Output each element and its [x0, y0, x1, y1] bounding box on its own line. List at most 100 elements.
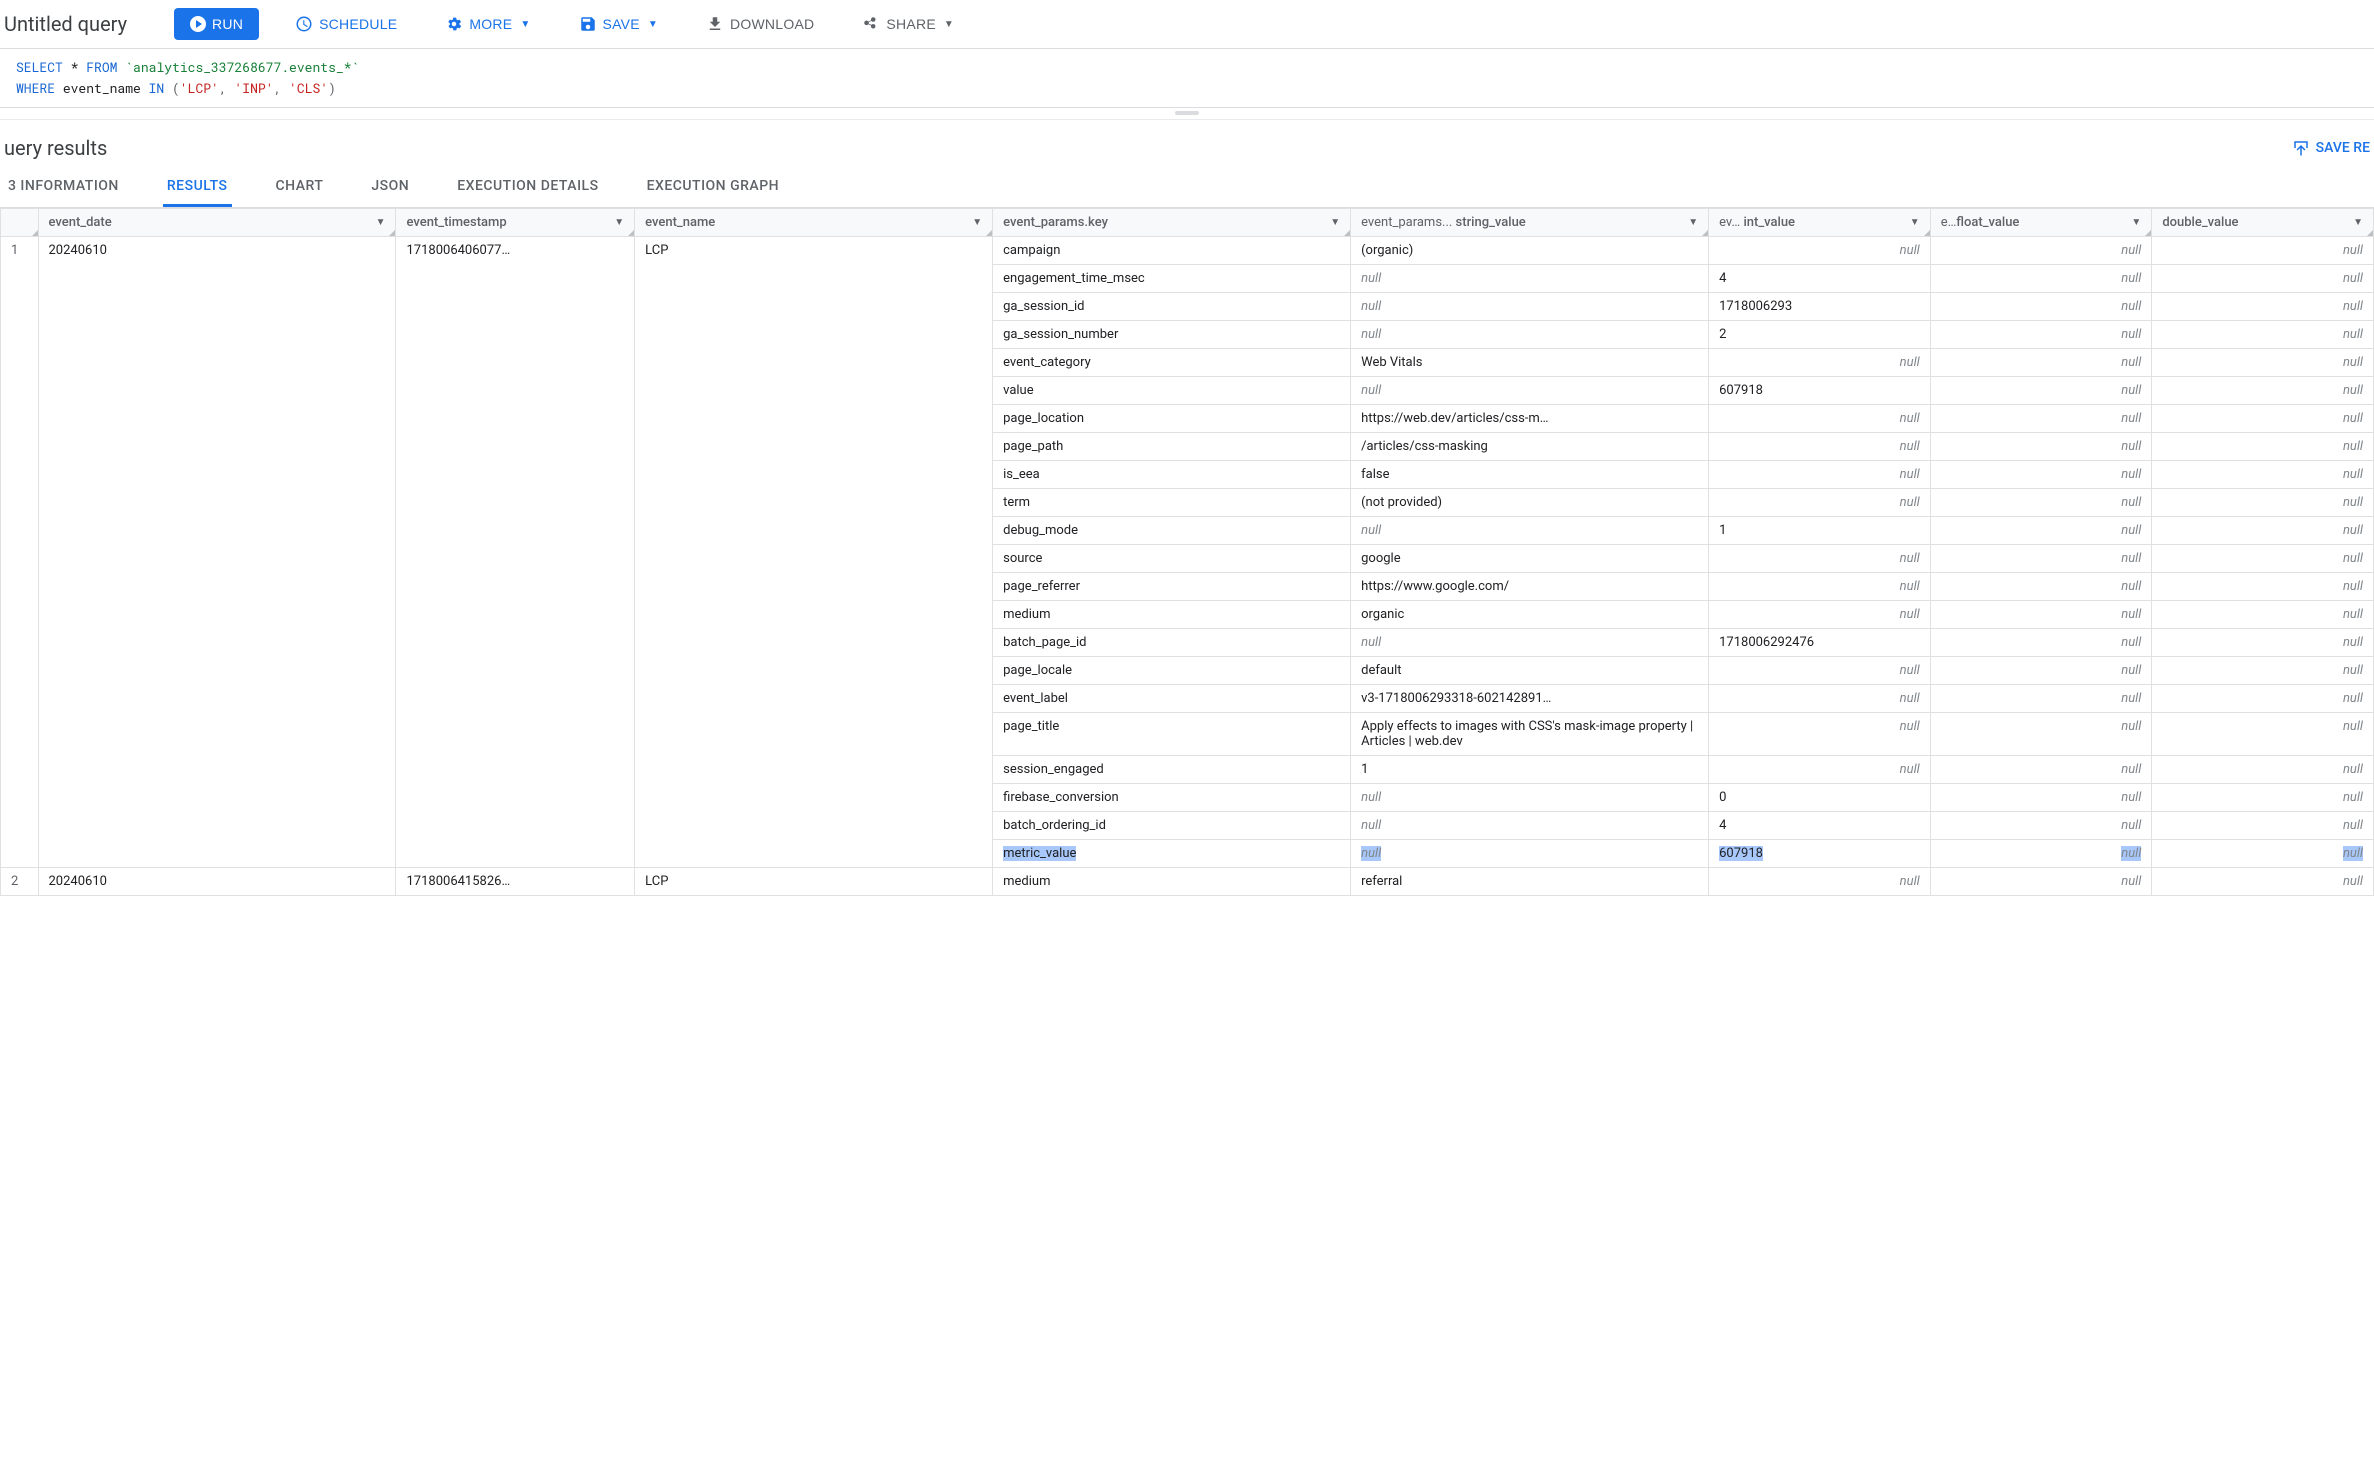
table-cell[interactable]: 607918: [1709, 839, 1931, 867]
table-cell[interactable]: page_locale: [993, 656, 1351, 684]
table-cell[interactable]: event_label: [993, 684, 1351, 712]
table-cell[interactable]: debug_mode: [993, 516, 1351, 544]
table-cell[interactable]: ga_session_id: [993, 292, 1351, 320]
col-int-value[interactable]: ev… int_value▼: [1709, 208, 1931, 236]
table-cell[interactable]: 0: [1709, 783, 1931, 811]
table-cell[interactable]: null: [1709, 684, 1931, 712]
table-cell[interactable]: source: [993, 544, 1351, 572]
table-cell[interactable]: null: [1709, 236, 1931, 264]
table-cell[interactable]: null: [1930, 404, 2152, 432]
table-cell[interactable]: medium: [993, 867, 1351, 895]
table-cell[interactable]: null: [1930, 544, 2152, 572]
col-double-value[interactable]: double_value▼: [2152, 208, 2374, 236]
table-cell[interactable]: google: [1351, 544, 1709, 572]
table-cell[interactable]: https://web.dev/articles/css-m…: [1351, 404, 1709, 432]
table-cell[interactable]: 1718006415826…: [396, 867, 635, 895]
table-cell[interactable]: null: [2152, 376, 2374, 404]
table-cell[interactable]: null: [1930, 572, 2152, 600]
table-cell[interactable]: page_title: [993, 712, 1351, 755]
table-cell[interactable]: null: [1709, 867, 1931, 895]
table-cell[interactable]: ga_session_number: [993, 320, 1351, 348]
col-event-name[interactable]: event_name▼: [635, 208, 993, 236]
table-cell[interactable]: event_category: [993, 348, 1351, 376]
table-cell[interactable]: null: [1930, 432, 2152, 460]
table-cell[interactable]: null: [2152, 811, 2374, 839]
table-cell[interactable]: null: [2152, 516, 2374, 544]
table-cell[interactable]: null: [1351, 628, 1709, 656]
table-cell[interactable]: null: [1930, 867, 2152, 895]
drag-handle[interactable]: [0, 108, 2374, 120]
table-cell[interactable]: null: [1930, 628, 2152, 656]
table-cell[interactable]: null: [1709, 600, 1931, 628]
table-cell[interactable]: https://www.google.com/: [1351, 572, 1709, 600]
table-cell[interactable]: null: [1351, 516, 1709, 544]
more-button[interactable]: MORE ▼: [433, 9, 542, 39]
table-cell[interactable]: 2: [1709, 320, 1931, 348]
table-cell[interactable]: 607918: [1709, 376, 1931, 404]
table-cell[interactable]: null: [1930, 600, 2152, 628]
table-cell[interactable]: null: [2152, 867, 2374, 895]
table-cell[interactable]: LCP: [635, 867, 993, 895]
table-cell[interactable]: null: [1930, 684, 2152, 712]
tab-job-information[interactable]: 3 INFORMATION: [4, 168, 123, 207]
table-cell[interactable]: null: [1930, 460, 2152, 488]
table-cell[interactable]: 4: [1709, 264, 1931, 292]
tab-execution-details[interactable]: EXECUTION DETAILS: [453, 168, 602, 207]
tab-execution-graph[interactable]: EXECUTION GRAPH: [643, 168, 784, 207]
table-cell[interactable]: null: [2152, 712, 2374, 755]
table-cell[interactable]: null: [2152, 755, 2374, 783]
table-cell[interactable]: null: [1930, 755, 2152, 783]
table-cell[interactable]: null: [2152, 572, 2374, 600]
table-cell[interactable]: null: [2152, 783, 2374, 811]
table-cell[interactable]: null: [1351, 292, 1709, 320]
table-cell[interactable]: null: [1930, 656, 2152, 684]
table-cell[interactable]: null: [2152, 348, 2374, 376]
save-button[interactable]: SAVE ▼: [567, 9, 670, 39]
table-cell[interactable]: session_engaged: [993, 755, 1351, 783]
table-cell[interactable]: null: [2152, 839, 2374, 867]
col-float-value[interactable]: e…float_value▼: [1930, 208, 2152, 236]
table-cell[interactable]: false: [1351, 460, 1709, 488]
table-cell[interactable]: 1718006292476: [1709, 628, 1931, 656]
col-params-key[interactable]: event_params.key▼: [993, 208, 1351, 236]
table-cell[interactable]: LCP: [635, 236, 993, 867]
col-event-timestamp[interactable]: event_timestamp▼: [396, 208, 635, 236]
table-cell[interactable]: null: [1709, 544, 1931, 572]
table-cell[interactable]: engagement_time_msec: [993, 264, 1351, 292]
table-cell[interactable]: null: [2152, 432, 2374, 460]
table-cell[interactable]: null: [2152, 264, 2374, 292]
table-cell[interactable]: null: [1930, 320, 2152, 348]
sql-editor[interactable]: SELECT * FROM `analytics_337268677.event…: [0, 49, 2374, 108]
table-cell[interactable]: Web Vitals: [1351, 348, 1709, 376]
table-cell[interactable]: null: [1351, 783, 1709, 811]
table-cell[interactable]: Apply effects to images with CSS's mask-…: [1351, 712, 1709, 755]
table-cell[interactable]: null: [1930, 839, 2152, 867]
table-cell[interactable]: page_location: [993, 404, 1351, 432]
table-cell[interactable]: v3-1718006293318-602142891…: [1351, 684, 1709, 712]
table-cell[interactable]: null: [1351, 264, 1709, 292]
tab-chart[interactable]: CHART: [272, 168, 328, 207]
table-cell[interactable]: null: [1351, 320, 1709, 348]
table-cell[interactable]: (not provided): [1351, 488, 1709, 516]
table-cell[interactable]: 1: [1351, 755, 1709, 783]
table-cell[interactable]: null: [1930, 236, 2152, 264]
table-cell[interactable]: null: [2152, 292, 2374, 320]
table-cell[interactable]: 1718006293: [1709, 292, 1931, 320]
table-cell[interactable]: 20240610: [38, 236, 396, 867]
table-cell[interactable]: null: [1709, 348, 1931, 376]
table-cell[interactable]: null: [1709, 755, 1931, 783]
table-cell[interactable]: null: [2152, 488, 2374, 516]
col-rownum[interactable]: [1, 208, 39, 236]
table-cell[interactable]: null: [1930, 292, 2152, 320]
table-cell[interactable]: firebase_conversion: [993, 783, 1351, 811]
table-cell[interactable]: term: [993, 488, 1351, 516]
table-cell[interactable]: page_referrer: [993, 572, 1351, 600]
table-cell[interactable]: null: [1709, 712, 1931, 755]
table-cell[interactable]: null: [2152, 460, 2374, 488]
table-cell[interactable]: default: [1351, 656, 1709, 684]
table-cell[interactable]: organic: [1351, 600, 1709, 628]
table-cell[interactable]: (organic): [1351, 236, 1709, 264]
table-cell[interactable]: batch_page_id: [993, 628, 1351, 656]
table-cell[interactable]: null: [1709, 656, 1931, 684]
table-cell[interactable]: null: [1930, 488, 2152, 516]
